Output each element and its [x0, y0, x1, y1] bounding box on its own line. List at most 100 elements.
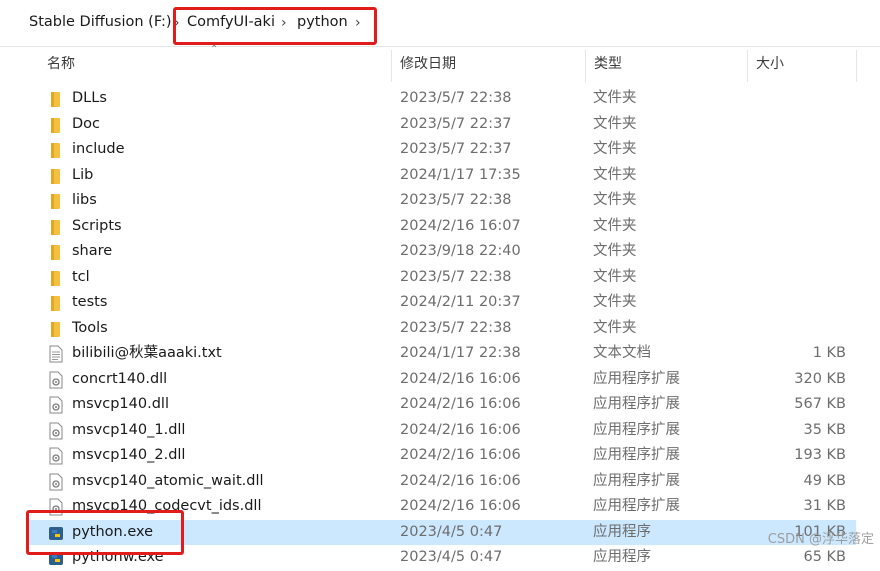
- file-row[interactable]: Lib 2024/1/17 17:35 文件夹: [26, 163, 856, 189]
- folder-icon: [48, 90, 64, 108]
- file-type: 文件夹: [593, 243, 637, 259]
- file-date: 2023/5/7 22:37: [400, 115, 512, 132]
- file-date: 2024/2/16 16:06: [400, 472, 521, 489]
- file-type: 应用程序扩展: [593, 396, 680, 412]
- file-row[interactable]: pythonw.exe 2023/4/5 0:47 应用程序 65 KB: [26, 545, 856, 571]
- file-date: 2023/4/5 0:47: [400, 549, 503, 565]
- folder-icon: [48, 218, 64, 236]
- file-row[interactable]: libs 2023/5/7 22:38 文件夹: [26, 188, 856, 214]
- column-divider[interactable]: [585, 50, 586, 82]
- file-row[interactable]: Tools 2023/5/7 22:38 文件夹: [26, 316, 856, 342]
- file-row[interactable]: msvcp140_atomic_wait.dll 2024/2/16 16:06 应…: [26, 469, 856, 495]
- file-row[interactable]: python.exe 2023/4/5 0:47 应用程序 101 KB: [26, 519, 856, 545]
- sort-ascending-icon: ⌃: [210, 44, 219, 55]
- file-row[interactable]: include 2023/5/7 22:37 文件夹: [26, 137, 856, 163]
- file-date: 2023/4/5 0:47: [400, 523, 503, 540]
- file-type: 文件夹: [593, 217, 637, 234]
- folder-icon: [48, 294, 64, 312]
- file-type: 文件夹: [593, 319, 637, 336]
- column-divider[interactable]: [391, 50, 392, 82]
- file-type: 应用程序扩展: [593, 370, 680, 387]
- file-row[interactable]: Doc 2023/5/7 22:37 文件夹: [26, 112, 856, 138]
- file-row[interactable]: msvcp140_2.dll 2024/2/16 16:06 应用程序扩展 193 K…: [26, 443, 856, 469]
- watermark: CSDN @浮华落定: [767, 532, 874, 547]
- file-date: 2024/2/16 16:06: [400, 370, 521, 387]
- file-type: 文件夹: [593, 166, 637, 183]
- file-type: 文件夹: [593, 268, 637, 285]
- python-exe-icon: [48, 524, 64, 542]
- file-name: msvcp140_codecvt_ids.dll: [72, 498, 262, 514]
- dll-file-icon: [48, 396, 64, 414]
- folder-icon: [48, 192, 64, 210]
- chevron-right-icon[interactable]: ›: [355, 13, 361, 33]
- dll-file-icon: [48, 473, 64, 491]
- file-name: tests: [72, 294, 108, 310]
- file-name: pythonw.exe: [72, 549, 164, 565]
- column-divider[interactable]: [856, 50, 857, 82]
- file-row[interactable]: share 2023/9/18 22:40 文件夹: [26, 239, 856, 265]
- dll-file-icon: [48, 422, 64, 440]
- file-name: include: [72, 141, 125, 157]
- file-size: 49 KB: [803, 472, 846, 489]
- file-date: 2024/2/16 16:06: [400, 421, 521, 438]
- chevron-right-icon[interactable]: ›: [281, 13, 287, 33]
- file-row[interactable]: tcl 2023/5/7 22:38 文件夹: [26, 265, 856, 291]
- breadcrumb-drive[interactable]: Stable Diffusion (F:): [29, 14, 172, 30]
- file-row[interactable]: msvcp140_1.dll 2024/2/16 16:06 应用程序扩展 35 KB: [26, 418, 856, 444]
- file-date: 2024/2/16 16:06: [400, 396, 521, 412]
- file-type: 应用程序扩展: [593, 421, 680, 438]
- file-type: 应用程序扩展: [593, 472, 680, 489]
- file-row[interactable]: concrt140.dll 2024/2/16 16:06 应用程序扩展 320 KB: [26, 367, 856, 393]
- file-row[interactable]: msvcp140.dll 2024/2/16 16:06 应用程序扩展 567 KB: [26, 392, 856, 418]
- file-row[interactable]: bilibili@秋葉aaaki.txt 2024/1/17 22:38 文本文档 1…: [26, 341, 856, 367]
- file-name: Tools: [72, 319, 108, 336]
- file-type: 文件夹: [593, 192, 637, 208]
- file-type: 文件夹: [593, 90, 637, 106]
- chevron-right-icon[interactable]: ›: [174, 13, 180, 33]
- column-header-type[interactable]: 类型: [594, 46, 622, 82]
- file-size: 320 KB: [794, 370, 846, 387]
- address-bar[interactable]: Stable Diffusion (F:) › ComfyUI-aki › py…: [0, 0, 880, 47]
- text-file-icon: [48, 345, 64, 363]
- breadcrumb-python[interactable]: python: [297, 14, 348, 30]
- file-row[interactable]: tests 2024/2/11 20:37 文件夹: [26, 290, 856, 316]
- folder-icon: [48, 116, 64, 134]
- file-name: Doc: [72, 115, 101, 132]
- file-size: 193 KB: [794, 447, 846, 463]
- breadcrumb-comfyui-aki[interactable]: ComfyUI-aki: [187, 14, 275, 30]
- file-name: tcl: [72, 268, 90, 285]
- file-type: 文件夹: [593, 294, 637, 310]
- file-row[interactable]: Scripts 2024/2/16 16:07 文件夹: [26, 214, 856, 240]
- file-size: 31 KB: [803, 498, 846, 514]
- column-header-name[interactable]: 名称: [47, 46, 75, 82]
- file-date: 2024/2/16 16:06: [400, 447, 521, 463]
- file-name: bilibili@秋葉aaaki.txt: [72, 345, 222, 361]
- file-type: 文本文档: [593, 345, 651, 361]
- file-name: share: [72, 243, 113, 259]
- file-date: 2023/5/7 22:37: [400, 141, 512, 157]
- folder-icon: [48, 167, 64, 185]
- dll-file-icon: [48, 447, 64, 465]
- column-divider[interactable]: [747, 50, 748, 82]
- file-type: 应用程序: [593, 549, 651, 565]
- file-type: 应用程序: [593, 523, 651, 540]
- dll-file-icon: [48, 498, 64, 516]
- file-date: 2024/1/17 17:35: [400, 166, 521, 183]
- file-size: 65 KB: [803, 549, 846, 565]
- file-row[interactable]: msvcp140_codecvt_ids.dll 2024/2/16 16:06 应…: [26, 494, 856, 520]
- file-date: 2024/2/11 20:37: [400, 294, 521, 310]
- file-type: 应用程序扩展: [593, 498, 680, 514]
- file-date: 2023/5/7 22:38: [400, 90, 512, 106]
- file-type: 文件夹: [593, 115, 637, 132]
- file-date: 2024/2/16 16:06: [400, 498, 521, 514]
- folder-icon: [48, 269, 64, 287]
- file-date: 2024/2/16 16:07: [400, 217, 521, 234]
- column-header-date[interactable]: 修改日期: [400, 46, 456, 82]
- column-header-size[interactable]: 大小: [756, 46, 784, 82]
- file-name: msvcp140_2.dll: [72, 447, 186, 463]
- file-row[interactable]: DLLs 2023/5/7 22:38 文件夹: [26, 86, 856, 112]
- file-size: 567 KB: [794, 396, 846, 412]
- file-name: DLLs: [72, 90, 107, 106]
- file-name: msvcp140_1.dll: [72, 421, 186, 438]
- file-name: python.exe: [72, 523, 154, 540]
